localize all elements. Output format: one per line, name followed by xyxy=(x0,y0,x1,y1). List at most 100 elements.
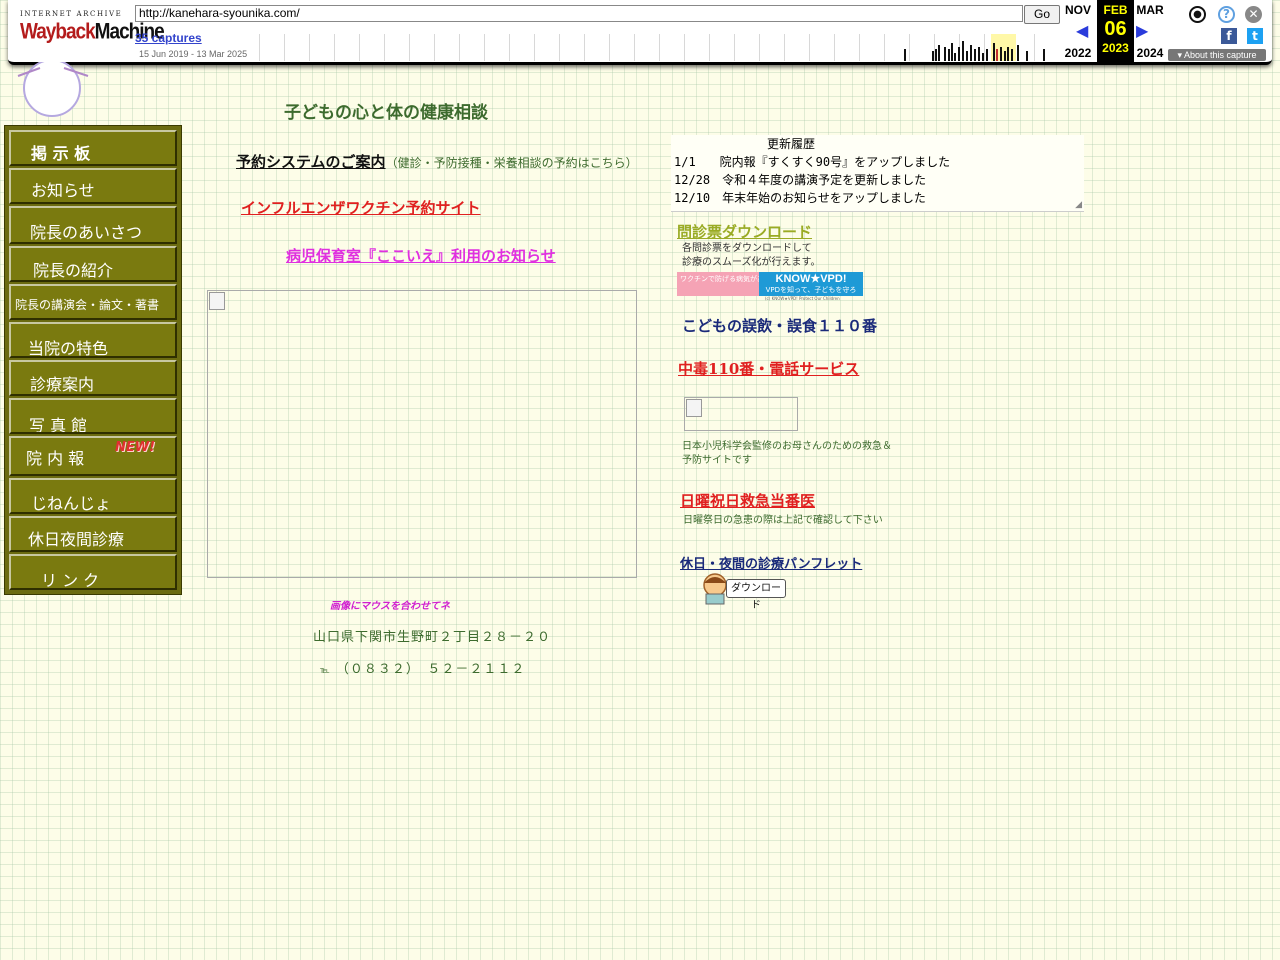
prev-year[interactable]: 2022 xyxy=(1060,46,1096,60)
current-month: FEB xyxy=(1103,3,1128,17)
reservation-note: （健診・予防接種・栄養相談の予約はこちら） xyxy=(385,156,638,170)
vpd-credit: (c) KNOW★VPD! Protect Our Children xyxy=(765,296,840,301)
menu-item-director[interactable]: 院長の紹介 xyxy=(9,246,177,282)
know-vpd-banner[interactable]: ワクチンで防げる病気があります。 KNOW★VPD! VPDを知って、子どもを守… xyxy=(677,272,863,296)
capture-bar[interactable] xyxy=(996,49,998,61)
menu-item-board[interactable]: 掲 示 板 xyxy=(9,130,177,166)
captures-link[interactable]: 35 captures xyxy=(135,31,202,45)
menu-item-lectures[interactable]: 院長の講演会・論文・著書 xyxy=(9,284,177,320)
pamphlet-download-button[interactable]: ダウンロード xyxy=(700,573,786,611)
menu-item-label: 院長のあいさつ xyxy=(30,223,143,242)
capture-bar[interactable] xyxy=(954,53,956,61)
telephone: ℡ （０８３２） ５２－２１１２ xyxy=(320,658,525,677)
jps-site-image[interactable] xyxy=(684,397,798,431)
capture-bar[interactable] xyxy=(935,49,937,61)
address: 山口県下関市生野町２丁目２８－２０ xyxy=(313,630,552,645)
wayback-logo[interactable]: INTERNET ARCHIVE WaybackMachine xyxy=(20,10,165,50)
facebook-icon[interactable]: f xyxy=(1221,28,1237,44)
capture-bar[interactable] xyxy=(993,43,995,61)
capture-bar[interactable] xyxy=(904,49,906,61)
twitter-icon[interactable]: t xyxy=(1247,28,1263,44)
capture-bar[interactable] xyxy=(978,47,980,61)
menu-item-guide[interactable]: 診療案内 xyxy=(9,360,177,396)
tel-number: （０８３２） ５２－２１１２ xyxy=(335,662,526,677)
holiday-pamphlet-link[interactable]: 休日・夜間の診療パンフレット xyxy=(680,553,862,572)
questionnaire-desc-line: 診療のスムーズ化が行えます。 xyxy=(682,257,821,268)
menu-item-label: 写 真 館 xyxy=(29,416,88,434)
capture-bar[interactable] xyxy=(944,47,946,61)
capture-bar[interactable] xyxy=(970,45,972,61)
close-icon[interactable]: ✕ xyxy=(1245,6,1262,23)
broken-image-icon xyxy=(686,399,702,417)
poison-center-link[interactable]: 中毒110番・電話サービス xyxy=(678,358,859,379)
menu-item-label: 診療案内 xyxy=(30,375,95,394)
capture-sparkline[interactable] xyxy=(259,34,1059,61)
jps-desc-line: 予防サイトです xyxy=(682,455,752,466)
mascot-image xyxy=(17,62,89,117)
jps-desc: 日本小児科学会監修のお母さんのための救急＆ 予防サイトです xyxy=(682,440,892,468)
capture-bar[interactable] xyxy=(1004,51,1006,61)
menu-item-features[interactable]: 当院の特色 xyxy=(9,322,177,358)
flu-vaccine-link[interactable]: インフルエンザワクチン予約サイト xyxy=(241,197,481,218)
sick-child-care-link[interactable]: 病児保育室『ここいえ』利用のお知らせ xyxy=(286,245,556,266)
holiday-desc: 日曜祭日の急患の際は上記で確認して下さい xyxy=(683,515,883,526)
menu-item-jinenjo[interactable]: じねんじょ xyxy=(9,478,177,514)
wayback-bar: INTERNET ARCHIVE WaybackMachine http://k… xyxy=(8,0,1272,65)
menu-item-label: 院 内 報 xyxy=(26,449,85,468)
capture-bar[interactable] xyxy=(1026,51,1028,61)
menu-item-label: リ ン ク xyxy=(41,571,100,590)
next-month[interactable]: MAR xyxy=(1132,3,1168,17)
menu-item-holiday[interactable]: 休日夜間診療 xyxy=(9,516,177,552)
capture-bar[interactable] xyxy=(1000,47,1002,61)
url-input[interactable]: http://kanehara-syounika.com/ xyxy=(135,5,1023,22)
main-image[interactable] xyxy=(207,290,637,578)
accidental-ingestion-link[interactable]: こどもの誤飲・誤食１１０番 xyxy=(682,315,877,336)
about-capture-button[interactable]: ▾ About this capture xyxy=(1168,49,1266,61)
history-line: 12/28 令和４年度の講演予定を更新しました xyxy=(674,173,927,187)
resize-handle-icon[interactable]: ◢ xyxy=(1075,200,1082,210)
capture-bar[interactable] xyxy=(1043,49,1045,61)
prev-month[interactable]: NOV xyxy=(1060,3,1096,17)
jps-desc-line: 日本小児科学会監修のお母さんのための救急＆ xyxy=(682,441,892,452)
capture-bar[interactable] xyxy=(974,49,976,61)
capture-bar[interactable] xyxy=(948,49,950,61)
new-badge: NEW! xyxy=(115,440,156,455)
logo-main-a: Wayback xyxy=(20,20,96,45)
menu-item-label: じねんじょ xyxy=(31,494,112,513)
capture-bar[interactable] xyxy=(982,53,984,61)
update-history-box[interactable]: 更新履歴 1/1 院内報『すくすく90号』をアップしました 12/28 令和４年… xyxy=(671,135,1084,212)
capture-bar[interactable] xyxy=(958,47,960,61)
menu-item-newsletter[interactable]: 院 内 報 NEW! xyxy=(9,436,177,476)
vpd-sub: VPDを知って、子どもを守ろう。 xyxy=(765,286,857,296)
wayback-toolbar: INTERNET ARCHIVE WaybackMachine http://k… xyxy=(0,0,1280,66)
capture-bar[interactable] xyxy=(986,49,988,61)
vpd-brand: KNOW★VPD! VPDを知って、子どもを守ろう。 xyxy=(759,272,863,296)
menu-item-label: お知らせ xyxy=(31,181,95,200)
go-button[interactable]: Go xyxy=(1024,5,1060,24)
logo-top-text: INTERNET ARCHIVE xyxy=(20,10,123,18)
reservation-link[interactable]: 予約システムのご案内 xyxy=(236,153,386,171)
user-icon[interactable]: ● xyxy=(1189,6,1206,23)
menu-item-news[interactable]: お知らせ xyxy=(9,168,177,204)
capture-bar[interactable] xyxy=(951,43,953,61)
capture-bar[interactable] xyxy=(938,45,940,61)
capture-bar[interactable] xyxy=(1007,47,1009,61)
help-icon[interactable]: ? xyxy=(1218,6,1235,23)
history-title: 更新履歴 xyxy=(766,137,815,151)
tel-label: ℡ xyxy=(320,666,331,676)
history-line: 1/1 院内報『すくすく90号』をアップしました xyxy=(674,155,951,169)
next-year[interactable]: 2024 xyxy=(1132,46,1168,60)
about-capture-label: About this capture xyxy=(1183,50,1257,60)
holiday-emergency-link[interactable]: 日曜祝日救急当番医 xyxy=(680,490,815,511)
questionnaire-download-link[interactable]: 問診票ダウンロード xyxy=(677,221,812,242)
next-arrow-icon[interactable]: ▶ xyxy=(1136,21,1148,40)
capture-bar[interactable] xyxy=(966,51,968,61)
capture-bar[interactable] xyxy=(1011,49,1013,61)
prev-arrow-icon[interactable]: ◀ xyxy=(1076,21,1088,40)
capture-bar[interactable] xyxy=(962,41,964,61)
menu-item-photos[interactable]: 写 真 館 xyxy=(9,398,177,434)
menu-item-links[interactable]: リ ン ク xyxy=(9,554,177,590)
capture-bar[interactable] xyxy=(932,51,934,61)
capture-bar[interactable] xyxy=(1017,45,1019,61)
menu-item-greeting[interactable]: 院長のあいさつ xyxy=(9,206,177,244)
